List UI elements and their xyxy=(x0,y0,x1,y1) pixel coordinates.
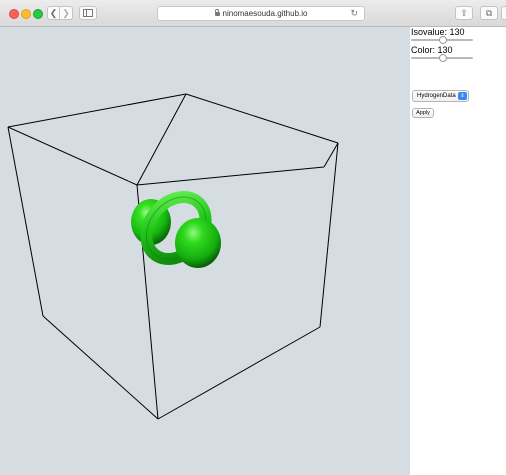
browser-title-bar: ❮ ❯ ninomaesouda.github.io ↻ ⇧ ⧉ xyxy=(0,0,506,27)
show-tabs-button[interactable]: ⧉ xyxy=(480,6,498,20)
back-button[interactable]: ❮ xyxy=(47,6,60,20)
lock-icon xyxy=(214,9,220,16)
close-window-icon[interactable] xyxy=(9,9,19,19)
dataset-select[interactable]: HydrogenData ⇕ xyxy=(412,90,469,102)
isovalue-slider[interactable] xyxy=(411,36,473,44)
chevron-updown-icon: ⇕ xyxy=(458,92,467,100)
reload-icon[interactable]: ↻ xyxy=(350,7,358,20)
dataset-selected: HydrogenData xyxy=(417,93,456,99)
address-text: ninomaesouda.github.io xyxy=(222,9,308,18)
sidebar-toggle-button[interactable] xyxy=(79,6,97,20)
share-button[interactable]: ⇧ xyxy=(455,6,473,20)
chevron-left-icon: ❮ xyxy=(49,8,58,18)
render-viewport[interactable] xyxy=(0,27,410,475)
forward-button[interactable]: ❯ xyxy=(60,6,73,20)
chevron-right-icon: ❯ xyxy=(62,8,70,18)
control-panel: Isovalue: 130 Color: 130 HydrogenData ⇕ … xyxy=(410,27,506,475)
minimize-window-icon[interactable] xyxy=(21,9,31,19)
color-slider-thumb[interactable] xyxy=(438,54,447,62)
color-label: Color: 130 xyxy=(411,45,453,55)
lobe-right xyxy=(175,218,221,268)
zoom-window-icon[interactable] xyxy=(33,9,43,19)
address-bar[interactable]: ninomaesouda.github.io ↻ xyxy=(157,6,365,21)
apply-button[interactable]: Apply xyxy=(412,108,434,118)
more-button[interactable] xyxy=(501,6,506,20)
isovalue-slider-thumb[interactable] xyxy=(438,36,447,44)
isovalue-label: Isovalue: 130 xyxy=(411,27,465,37)
isosurface-render xyxy=(7,93,339,420)
sidebar-icon xyxy=(83,9,93,17)
share-icon: ⇧ xyxy=(460,8,468,18)
color-slider[interactable] xyxy=(411,54,473,62)
isosurface xyxy=(131,191,221,268)
tabs-icon: ⧉ xyxy=(485,8,493,18)
